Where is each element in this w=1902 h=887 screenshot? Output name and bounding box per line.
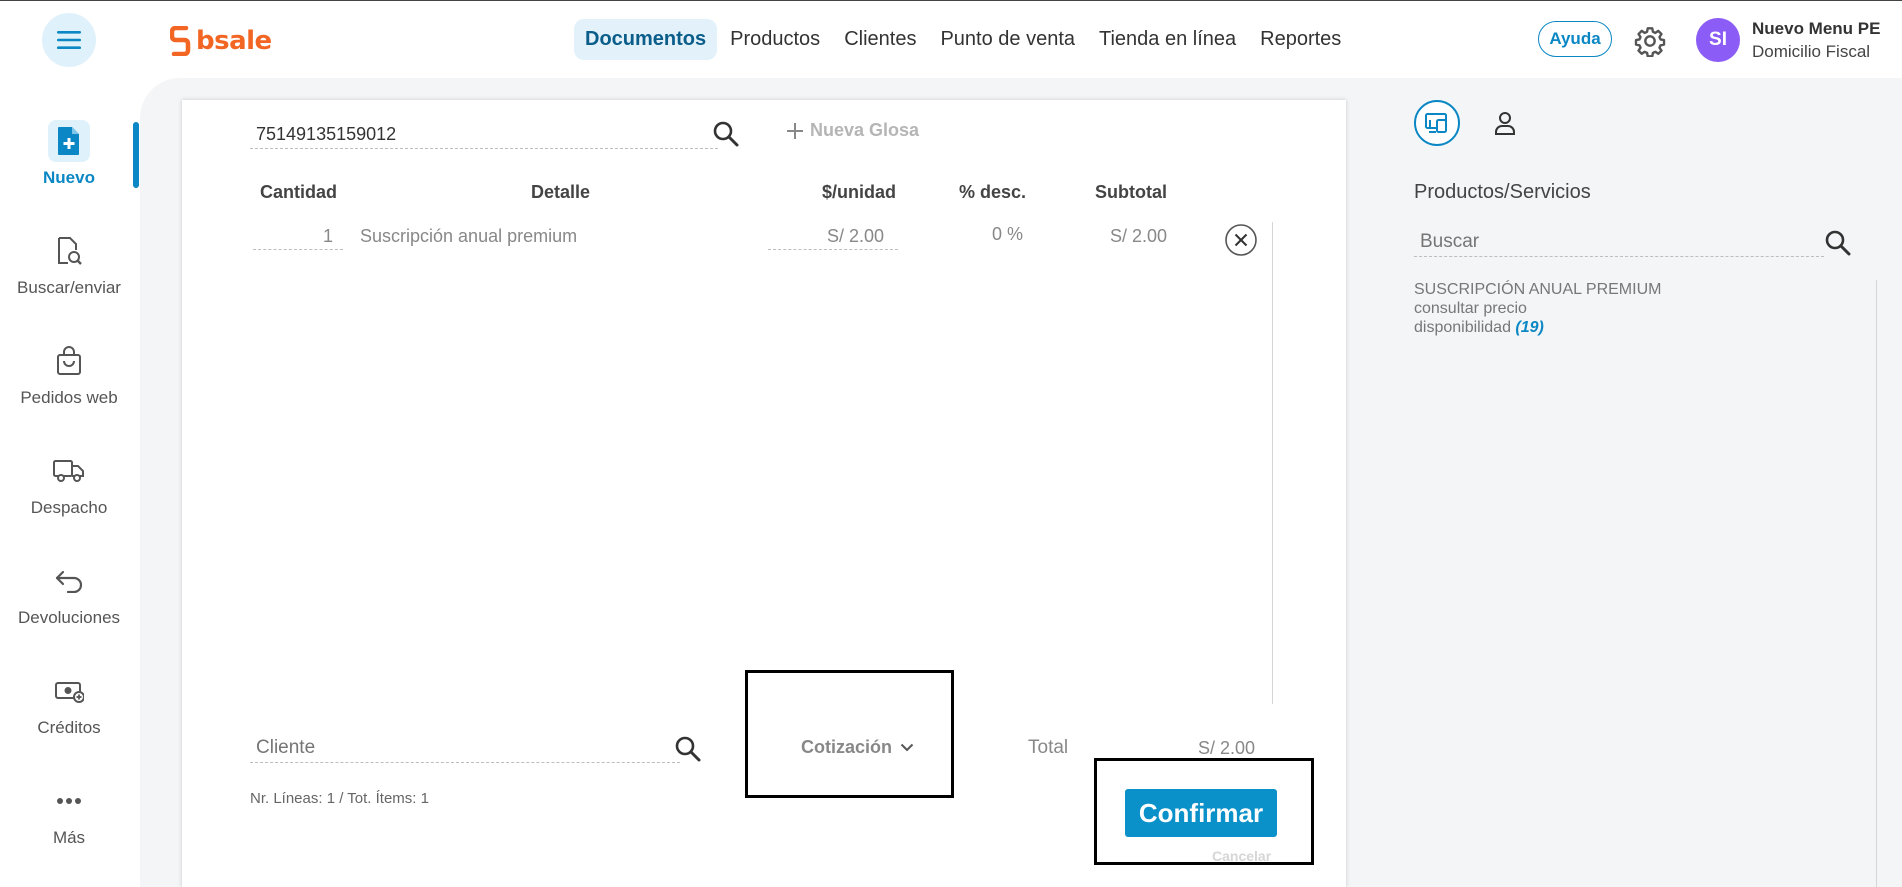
confirm-button[interactable]: Confirmar <box>1125 789 1277 837</box>
sidebar-item-nuevo[interactable]: Nuevo <box>0 120 138 188</box>
brand-logo[interactable]: bsale <box>170 23 272 59</box>
nav-clientes[interactable]: Clientes <box>833 19 927 60</box>
line-discount[interactable]: 0 % <box>992 224 1023 245</box>
product-availability: disponibilidad (19) <box>1414 318 1661 337</box>
column-header-unit-price: $/unidad <box>822 182 897 202</box>
nav-productos[interactable]: Productos <box>719 19 831 60</box>
doc-type-value: Cotización <box>801 737 893 757</box>
nav-punto-de-venta[interactable]: Punto de venta <box>929 19 1086 60</box>
sidebar-item-label: Créditos <box>37 718 101 737</box>
product-name: SUSCRIPCIÓN ANUAL PREMIUM <box>1414 281 1662 298</box>
new-gloss-label: Nueva Glosa <box>810 120 920 140</box>
doc-type-select[interactable]: Cotización <box>801 737 914 758</box>
nav-tienda-en-linea[interactable]: Tienda en línea <box>1088 19 1247 60</box>
sidebar-item-label: Despacho <box>30 498 108 517</box>
return-arrow-icon <box>48 560 90 602</box>
avatar[interactable]: SI <box>1696 18 1740 62</box>
user-location: Domicilio Fiscal <box>1752 42 1871 61</box>
line-unit-price-input[interactable] <box>768 224 898 250</box>
more-dots-icon <box>48 780 90 822</box>
total-value: S/ 2.00 <box>1198 738 1256 758</box>
truck-icon <box>48 450 90 492</box>
nav-documentos[interactable]: Documentos <box>574 19 718 60</box>
availability-label: disponibilidad <box>1414 319 1511 336</box>
sidebar-item-label: Nuevo <box>43 168 95 187</box>
top-bar: bsale Documentos Productos Clientes Punt… <box>0 0 1902 78</box>
client-search-icon[interactable] <box>674 735 702 763</box>
sidebar-item-buscar-enviar[interactable]: Buscar/enviar <box>0 230 138 298</box>
sidebar-item-label: Devoluciones <box>17 608 121 627</box>
table-scrollbar[interactable] <box>1272 222 1273 704</box>
total-label: Total <box>1028 737 1069 758</box>
search-icon[interactable] <box>712 120 740 148</box>
doc-type-highlight <box>745 670 954 798</box>
user-name[interactable]: Nuevo Menu PE <box>1752 19 1880 39</box>
bsale-logo-icon <box>170 26 191 56</box>
product-search-input[interactable] <box>1414 228 1824 257</box>
nav-reportes[interactable]: Reportes <box>1249 19 1352 60</box>
new-document-icon <box>48 120 90 162</box>
line-quantity-input[interactable] <box>253 224 343 250</box>
product-search-icon[interactable] <box>1824 229 1852 257</box>
cancel-link[interactable]: Cancelar <box>1212 848 1271 864</box>
column-header-quantity: Cantidad <box>260 182 338 202</box>
help-button[interactable]: Ayuda <box>1538 21 1612 57</box>
chevron-down-icon <box>900 743 914 752</box>
search-document-icon <box>48 230 90 272</box>
shopping-bag-icon <box>48 340 90 382</box>
sidebar-item-despacho[interactable]: Despacho <box>0 450 138 518</box>
devices-icon <box>1425 113 1447 133</box>
product-result-item[interactable]: SUSCRIPCIÓN ANUAL PREMIUM consultar prec… <box>1414 280 1661 337</box>
sidebar-item-pedidos-web[interactable]: Pedidos web <box>0 340 138 408</box>
hamburger-icon <box>57 31 81 49</box>
sidebar-item-label: Más <box>52 828 86 847</box>
column-header-subtotal: Subtotal <box>1095 182 1167 202</box>
main-nav: Documentos Productos Clientes Punto de v… <box>574 19 1352 60</box>
client-input[interactable] <box>250 734 680 763</box>
line-detail[interactable]: Suscripción anual premium <box>360 226 577 247</box>
sidebar-item-label: Pedidos web <box>20 388 118 407</box>
column-header-discount: % desc. <box>959 182 1027 202</box>
gear-icon[interactable] <box>1634 25 1666 57</box>
hamburger-menu-button[interactable] <box>42 13 96 67</box>
availability-count: (19) <box>1515 319 1544 336</box>
sidebar-item-devoluciones[interactable]: Devoluciones <box>0 560 138 628</box>
right-panel-scrollbar[interactable] <box>1876 280 1877 887</box>
person-icon[interactable] <box>1492 110 1518 136</box>
sidebar: Nuevo Buscar/enviar Pedidos web Despacho… <box>0 78 140 887</box>
brand-name: bsale <box>196 26 272 56</box>
right-panel-title: Productos/Servicios <box>1414 181 1591 203</box>
line-subtotal: S/ 2.00 <box>1110 226 1168 246</box>
sidebar-active-indicator <box>133 122 139 188</box>
column-header-detail: Detalle <box>531 182 591 202</box>
new-gloss-button[interactable]: Nueva Glosa <box>786 120 919 141</box>
sidebar-item-creditos[interactable]: Créditos <box>0 670 138 738</box>
sidebar-item-mas[interactable]: Más <box>0 780 138 848</box>
money-icon <box>48 670 90 712</box>
line-summary: Nr. Líneas: 1 / Tot. Ítems: 1 <box>250 790 429 807</box>
sidebar-item-label: Buscar/enviar <box>17 278 121 297</box>
remove-line-icon[interactable] <box>1224 223 1258 257</box>
plus-icon <box>787 122 803 139</box>
product-price: consultar precio <box>1414 300 1527 317</box>
barcode-input[interactable] <box>250 120 718 149</box>
tab-products[interactable] <box>1414 100 1460 146</box>
